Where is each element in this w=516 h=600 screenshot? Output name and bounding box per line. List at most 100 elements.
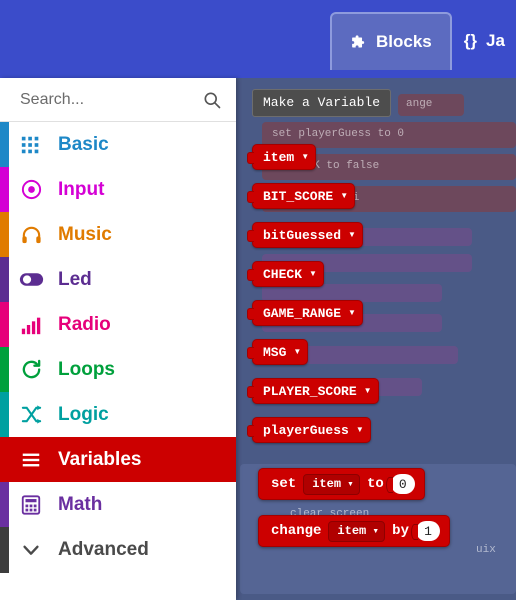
chevron-down-icon[interactable]: ▼ [364, 387, 372, 395]
variable-block-player-score[interactable]: PLAYER_SCORE ▼ [247, 378, 379, 404]
variable-name: item [312, 477, 342, 491]
category-color-music [0, 212, 9, 257]
sidebar-item-label: Advanced [58, 539, 149, 560]
sidebar-item-logic[interactable]: Logic [0, 392, 236, 437]
variable-name: MSG [263, 344, 287, 360]
toggle-icon [18, 267, 44, 293]
block-notch [247, 308, 254, 320]
search-row[interactable] [0, 78, 236, 122]
category-color-advanced [0, 527, 9, 573]
chevron-down-icon[interactable]: ▼ [348, 231, 356, 239]
category-color-math [0, 482, 9, 527]
toolbox-panel: Basic Input Music [0, 78, 236, 600]
sidebar-item-label: Logic [58, 403, 109, 425]
chevron-down-icon [18, 537, 44, 563]
change-keyword: change [271, 523, 322, 539]
set-variable-dropdown[interactable]: item ▼ [303, 473, 360, 495]
variable-name: GAME_RANGE [263, 305, 342, 321]
editor-tabs: Blocks {} Ja [330, 12, 516, 70]
sidebar-item-math[interactable]: Math [0, 482, 236, 527]
sidebar-item-label: Radio [58, 313, 111, 335]
block-notch [247, 347, 254, 359]
block-notch [247, 269, 254, 281]
to-keyword: to [366, 476, 384, 492]
variable-name: item [337, 524, 367, 538]
block-notch [247, 230, 254, 242]
sidebar-item-label: Math [58, 493, 103, 515]
set-value-slot[interactable]: 0 [385, 474, 415, 494]
sidebar-item-basic[interactable]: Basic [0, 122, 236, 167]
puzzle-icon [350, 34, 367, 51]
sidebar-item-label: Basic [58, 133, 109, 155]
make-a-variable-button[interactable]: Make a Variable [252, 89, 392, 117]
category-list: Basic Input Music Led Radio Loops Logic … [0, 122, 236, 573]
chevron-down-icon[interactable]: ▼ [372, 528, 379, 535]
variable-name: bitGuessed [263, 227, 342, 243]
set-variable-block[interactable]: set item ▼ to 0 [258, 468, 425, 500]
by-keyword: by [392, 523, 409, 539]
tab-blocks[interactable]: Blocks [330, 12, 452, 70]
sidebar-item-label: Input [58, 178, 105, 200]
change-value-slot[interactable]: 1 [410, 521, 440, 541]
variable-name: CHECK [263, 266, 303, 282]
sidebar-item-variables[interactable]: Variables [0, 437, 236, 482]
variable-block-item[interactable]: item ▼ [247, 144, 317, 170]
variable-block-bit-score[interactable]: BIT_SCORE ▼ [247, 183, 356, 209]
set-keyword: set [271, 476, 297, 492]
refresh-icon [18, 357, 44, 383]
calculator-icon [18, 492, 44, 518]
chevron-down-icon[interactable]: ▼ [293, 348, 301, 356]
top-toolbar: Blocks {} Ja [0, 0, 516, 78]
block-notch [247, 152, 254, 164]
chevron-down-icon[interactable]: ▼ [301, 153, 309, 161]
variable-block-game-range[interactable]: GAME_RANGE ▼ [247, 300, 363, 326]
chevron-down-icon[interactable]: ▼ [356, 426, 364, 434]
variables-flyout-blocks: Make a Variable item ▼ BIT_SCORE ▼ bitGu… [240, 78, 516, 600]
category-color-loops [0, 347, 9, 392]
change-value-field[interactable]: 1 [415, 521, 440, 541]
category-color-logic [0, 392, 9, 437]
change-variable-block[interactable]: change item ▼ by 1 [258, 515, 450, 547]
target-icon [18, 177, 44, 203]
change-variable-dropdown[interactable]: item ▼ [328, 520, 386, 542]
block-notch [247, 191, 254, 203]
headphones-icon [18, 222, 44, 248]
shuffle-icon [18, 402, 44, 428]
tab-blocks-label: Blocks [376, 32, 432, 51]
sidebar-item-music[interactable]: Music [0, 212, 236, 257]
variable-block-check[interactable]: CHECK ▼ [247, 261, 324, 287]
sidebar-item-led[interactable]: Led [0, 257, 236, 302]
sidebar-item-loops[interactable]: Loops [0, 347, 236, 392]
braces-icon: {} [463, 31, 477, 50]
sidebar-item-radio[interactable]: Radio [0, 302, 236, 347]
block-notch [247, 386, 254, 398]
sidebar-item-input[interactable]: Input [0, 167, 236, 212]
sidebar-item-advanced[interactable]: Advanced [0, 527, 236, 573]
sidebar-item-label: Led [58, 268, 92, 290]
chevron-down-icon[interactable]: ▼ [347, 481, 354, 488]
chevron-down-icon[interactable]: ▼ [348, 309, 356, 317]
sidebar-item-label: Variables [58, 448, 142, 470]
variable-name: playerGuess [263, 422, 349, 438]
set-value-field[interactable]: 0 [390, 474, 415, 494]
block-notch [247, 425, 254, 437]
sidebar-item-label: Music [58, 223, 112, 245]
tab-javascript-label: Ja [485, 31, 505, 50]
variable-block-player-guess[interactable]: playerGuess ▼ [247, 417, 371, 443]
category-color-radio [0, 302, 9, 347]
search-input[interactable] [18, 89, 183, 110]
variable-name: PLAYER_SCORE [263, 383, 357, 399]
grid-icon [18, 132, 44, 158]
chevron-down-icon[interactable]: ▼ [309, 270, 317, 278]
search-icon[interactable] [202, 90, 222, 115]
variable-block-bit-guessed[interactable]: bitGuessed ▼ [247, 222, 363, 248]
category-color-variables [0, 437, 9, 482]
sidebar-item-label: Loops [58, 358, 115, 380]
signal-icon [18, 312, 44, 338]
variable-block-msg[interactable]: MSG ▼ [247, 339, 309, 365]
category-color-input [0, 167, 9, 212]
category-color-basic [0, 122, 9, 167]
chevron-down-icon[interactable]: ▼ [340, 192, 348, 200]
tab-javascript[interactable]: {} Ja [452, 12, 516, 70]
variable-name: item [263, 149, 295, 165]
